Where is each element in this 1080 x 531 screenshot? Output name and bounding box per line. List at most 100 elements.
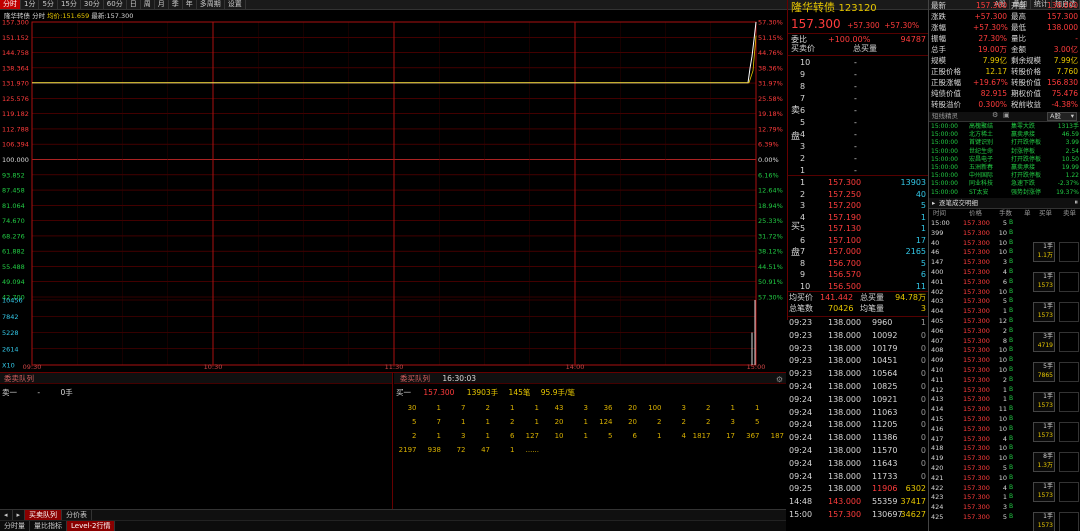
buy-block-qty: 1手 (1043, 393, 1053, 400)
queue-cell: 1 (730, 404, 735, 412)
tick-price: 157.300 (963, 228, 990, 237)
info-value: 138.000 (1046, 1, 1078, 10)
y-tick-right: 51.15% (758, 34, 783, 42)
y-tick-left: 131.970 (2, 80, 29, 88)
info-label: 最低 (1011, 23, 1026, 32)
tick-price: 157.300 (963, 366, 990, 374)
toolbar-item-11[interactable]: 多周期 (197, 0, 225, 9)
queue-cell: 5 (412, 418, 417, 426)
tick-direction: B (1009, 483, 1014, 491)
trade-volume: 10921 (872, 394, 898, 404)
sell-price: - (854, 142, 857, 151)
news-name[interactable]: 世纪生命 (969, 148, 993, 155)
news-name[interactable]: 高槐聚结 (969, 124, 993, 130)
toolbar-item-2[interactable]: 5分 (39, 0, 58, 9)
tick-volume: 10 (998, 287, 1007, 296)
tick-time: 417 (931, 434, 944, 443)
sell-level: 3 (800, 142, 806, 151)
tick-price: 157.300 (963, 219, 990, 227)
buy-volume: 1 (920, 212, 926, 222)
tab-indicator-0[interactable]: 分时量 (0, 521, 30, 531)
tick-time: 411 (931, 375, 944, 384)
toolbar-item-5[interactable]: 60分 (104, 0, 127, 9)
window-icon[interactable]: ▣ (1003, 112, 1010, 119)
tab-prev-arrow[interactable]: ◂ (0, 510, 13, 520)
news-name[interactable]: ST太安 (969, 189, 988, 196)
pause-icon[interactable]: ⏸ (1075, 199, 1079, 206)
y-tick-right: 18.94% (758, 202, 783, 210)
y-tick-right: 12.79% (758, 125, 783, 133)
tab-next-arrow[interactable]: ▸ (13, 510, 26, 520)
toolbar-item-7[interactable]: 周 (141, 0, 155, 9)
toolbar-item-4[interactable]: 30分 (81, 0, 104, 9)
tick-price: 157.300 (963, 405, 990, 414)
info-value: 7.99亿 (982, 56, 1007, 65)
gear-icon[interactable]: ⚙ (776, 374, 783, 385)
tick-volume: 5 (1002, 297, 1007, 306)
tick-time: 147 (931, 258, 944, 267)
queue-cell: 1 (436, 404, 441, 412)
buy-queue-grid: 30 1 7 2 1 1 43 3 36 20 100 3 2 1 1 5 7 1 1 2 1 20 1 124 20 2 2 2 3 5… (394, 403, 786, 473)
toolbar-item-6[interactable]: 日 (127, 0, 141, 9)
info-value: 157.300 (975, 1, 1007, 10)
info-label: 涨跌 (931, 12, 946, 21)
sell-price: - (854, 130, 857, 139)
trade-volume: 10092 (872, 330, 898, 340)
tick-direction: B (1009, 238, 1014, 246)
toolbar-item-8[interactable]: 月 (155, 0, 169, 9)
tick-direction: B (1009, 385, 1014, 393)
wb-row: 委比 +100.00% 94787 (788, 33, 928, 44)
news-event: 急速下跌 (1011, 180, 1036, 188)
info-label: 最新 (931, 1, 946, 10)
tab-queue-1[interactable]: 分价表 (62, 510, 93, 520)
news-value: 19.99 (1061, 164, 1079, 171)
news-name[interactable]: 五洲新春 (969, 165, 993, 171)
sell-queue-header: 委卖队列 (0, 373, 392, 384)
tick-volume: 5 (1002, 464, 1007, 472)
news-name[interactable]: 中州国际 (969, 173, 993, 179)
tick-time: 420 (931, 464, 944, 472)
news-name[interactable]: 北方稀土 (969, 132, 993, 138)
tick-time: 422 (931, 483, 944, 492)
toolbar-item-3[interactable]: 15分 (58, 0, 81, 9)
y-tick-right: 38.12% (758, 248, 783, 256)
market-select[interactable]: A股 ▾ (1047, 112, 1077, 121)
news-event: 打开跌停板 (1011, 172, 1042, 180)
tab-indicator-2[interactable]: Level-2行情 (67, 521, 116, 531)
queue-cell: 2 (485, 404, 490, 412)
intraday-chart[interactable]: 157.300 151.152 144.758 138.364 131.970 125.5… (0, 10, 786, 371)
tab-indicator-1[interactable]: 量比指标 (30, 521, 67, 531)
buy-volume: 6 (920, 270, 926, 279)
info-label: 正股价格 (931, 67, 961, 76)
sell-price: - (854, 82, 857, 91)
settings-icon[interactable]: ⚙ (992, 112, 998, 119)
toolbar-item-9[interactable]: 季 (169, 0, 183, 9)
quote-panel: 隆华转债 123120 157.300 +57.300 +57.30% 委比 +… (787, 0, 928, 519)
trade-price: 138.000 (828, 407, 862, 417)
y-tick-left: 68.276 (2, 232, 25, 240)
news-name[interactable]: 首键识别 (969, 140, 993, 146)
tab-queue-0[interactable]: 买卖队列 (25, 510, 63, 520)
expand-icon[interactable]: ▸ (932, 200, 935, 207)
x-tick: 10:30 (204, 363, 223, 370)
tick-direction: B (1009, 375, 1014, 383)
news-value: 2.54 (1065, 147, 1079, 155)
tick-time: 409 (931, 356, 944, 365)
tick-time: 414 (931, 405, 944, 414)
toolbar-item-12[interactable]: 设置 (225, 0, 246, 9)
buy-level: 7 (800, 247, 806, 256)
info-label: 纯债价值 (931, 89, 961, 98)
news-name[interactable]: 宏昌电子 (969, 156, 993, 163)
queue-cell: 6 (510, 432, 515, 440)
news-name[interactable]: 同业科技 (969, 181, 993, 187)
toolbar-item-10[interactable]: 年 (183, 0, 197, 9)
trade-volume: 11063 (872, 407, 898, 417)
buy-price: 156.700 (828, 258, 862, 268)
tick-direction: B (1009, 219, 1014, 226)
trade-time: 09:24 (789, 394, 813, 404)
tick-time: 402 (931, 287, 944, 296)
queue-cell: 3 (681, 404, 686, 412)
news-event: 强势封涨停 (1011, 188, 1042, 196)
toolbar-item-0[interactable]: 分时 (0, 0, 21, 9)
toolbar-item-1[interactable]: 1分 (21, 0, 40, 9)
